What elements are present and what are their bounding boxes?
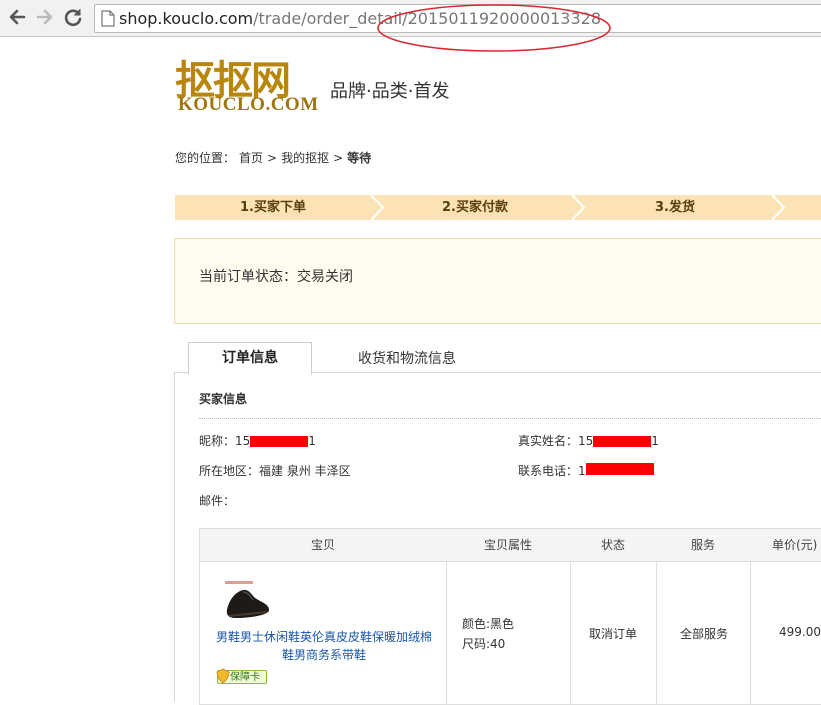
url-host: shop.kouclo.com <box>119 9 254 28</box>
back-arrow-icon[interactable] <box>6 6 28 28</box>
step-chevron-icon <box>772 195 786 220</box>
breadcrumb-prefix: 您的位置： <box>175 151 236 165</box>
row-status: 取消订单 <box>589 627 638 641</box>
realname-prefix: 15 <box>578 434 594 448</box>
buyer-info-title: 买家信息 <box>199 392 248 406</box>
nickname-suffix: 1 <box>308 434 316 448</box>
breadcrumb-sep: > <box>333 151 344 165</box>
buyer-email: 邮件： <box>199 492 235 509</box>
column-divider <box>570 561 571 704</box>
phone-label: 联系电话： <box>518 464 579 478</box>
col-header-service: 服务 <box>690 538 715 552</box>
nickname-prefix: 15 <box>235 434 251 448</box>
order-status: 当前订单状态：交易关闭 <box>199 266 353 286</box>
col-header-attributes: 宝贝属性 <box>483 538 532 552</box>
realname-suffix: 1 <box>651 434 659 448</box>
buyer-region: 所在地区：福建 泉州 丰泽区 <box>199 462 351 479</box>
order-status-box: 当前订单状态：交易关闭 <box>174 238 821 324</box>
region-label: 所在地区： <box>199 464 260 478</box>
buyer-nickname: 昵称：15 1 <box>199 432 316 449</box>
section-divider <box>199 418 821 419</box>
reload-icon[interactable] <box>62 6 84 28</box>
col-header-status: 状态 <box>600 538 625 552</box>
product-attributes: 颜色:黑色 尺码:40 <box>462 614 514 654</box>
red-annotation-ellipse <box>377 4 611 52</box>
col-header-price: 单价(元) <box>772 538 818 552</box>
site-logo[interactable]: 抠抠网 KOUCLO.COM <box>175 48 318 120</box>
site-tagline: 品牌·品类·首发 <box>330 81 450 102</box>
step-ship: 3.发货 <box>655 200 695 215</box>
region-value: 福建 泉州 丰泽区 <box>259 464 351 478</box>
attr-color: 颜色:黑色 <box>462 617 515 631</box>
product-title-link[interactable]: 男鞋男士休闲鞋英伦真皮皮鞋保暖加绒棉鞋男商务系带鞋 <box>214 628 434 664</box>
column-divider <box>750 561 751 704</box>
breadcrumb: 您的位置： 首页 > 我的抠抠 > 等待 <box>175 149 371 166</box>
buyer-realname: 真实姓名：15 1 <box>518 432 659 449</box>
redaction-mark <box>585 462 654 475</box>
logo-english: KOUCLO.COM <box>178 94 319 115</box>
order-status-value: 交易关闭 <box>297 269 353 285</box>
step-buyer-order: 1.买家下单 <box>240 200 306 215</box>
attr-size: 尺码:40 <box>462 637 506 651</box>
tab-shipping-logistics[interactable]: 收货和物流信息 <box>358 348 456 368</box>
row-service: 全部服务 <box>680 627 729 641</box>
email-label: 邮件： <box>199 494 236 508</box>
row-price: 499.00 <box>779 625 821 639</box>
breadcrumb-mine[interactable]: 我的抠抠 <box>281 151 329 165</box>
redaction-mark <box>250 436 309 447</box>
breadcrumb-home[interactable]: 首页 <box>239 151 263 165</box>
order-progress-steps: 1.买家下单 2.买家付款 3.发货 <box>175 195 821 220</box>
order-status-label: 当前订单状态： <box>199 269 297 285</box>
breadcrumb-current: 等待 <box>347 151 372 165</box>
page-icon <box>101 10 115 27</box>
column-divider <box>446 561 447 704</box>
col-header-item: 宝贝 <box>310 538 335 552</box>
phone-prefix: 1 <box>578 464 586 478</box>
column-divider <box>656 561 657 704</box>
table-header: 宝贝 宝贝属性 状态 服务 单价(元) <box>200 529 821 562</box>
forward-arrow-icon[interactable] <box>34 6 56 28</box>
redaction-mark <box>593 436 652 447</box>
step-buyer-pay: 2.买家付款 <box>442 200 508 215</box>
realname-label: 真实姓名： <box>518 434 579 448</box>
product-thumbnail[interactable] <box>221 580 273 622</box>
buyer-phone: 联系电话：1 <box>518 462 654 479</box>
guarantee-icon <box>216 668 230 684</box>
nickname-label: 昵称： <box>199 434 236 448</box>
tab-order-info[interactable]: 订单信息 <box>188 342 312 375</box>
breadcrumb-sep: > <box>267 151 278 165</box>
